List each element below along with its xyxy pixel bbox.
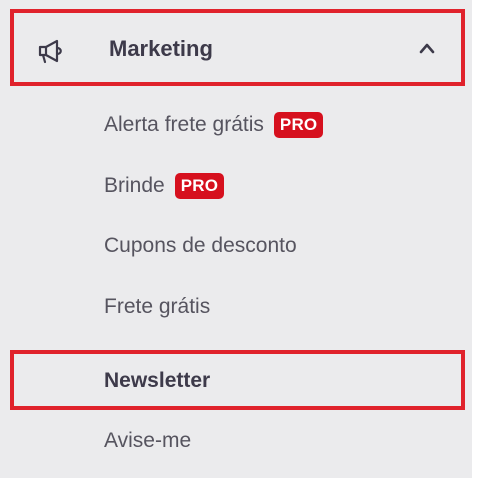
submenu-item-label: Brinde (104, 174, 165, 197)
chevron-up-icon[interactable] (419, 42, 435, 54)
submenu-item-avise-me[interactable]: Avise-me (104, 427, 191, 455)
pro-badge: PRO (273, 112, 324, 138)
megaphone-icon (38, 39, 62, 64)
submenu-item-alerta-frete-gratis[interactable]: Alerta frete grátis PRO (104, 111, 324, 139)
marketing-menu-header[interactable]: Marketing (10, 9, 465, 86)
sidebar-panel: Marketing Alerta frete grátis PRO Brinde… (0, 0, 472, 478)
submenu-item-label: Newsletter (104, 369, 211, 392)
submenu-item-label: Cupons de desconto (104, 234, 297, 257)
submenu-item-label: Alerta frete grátis (104, 113, 264, 136)
submenu-item-label: Frete grátis (104, 295, 211, 318)
pro-badge: PRO (174, 173, 225, 199)
submenu-item-brinde[interactable]: Brinde PRO (104, 172, 225, 200)
submenu-item-cupons-de-desconto[interactable]: Cupons de desconto (104, 232, 297, 260)
submenu-item-frete-gratis[interactable]: Frete grátis (104, 293, 210, 321)
submenu-item-label: Avise-me (104, 429, 192, 452)
submenu-item-newsletter[interactable]: Newsletter (10, 350, 465, 410)
marketing-menu-title: Marketing (109, 36, 213, 61)
